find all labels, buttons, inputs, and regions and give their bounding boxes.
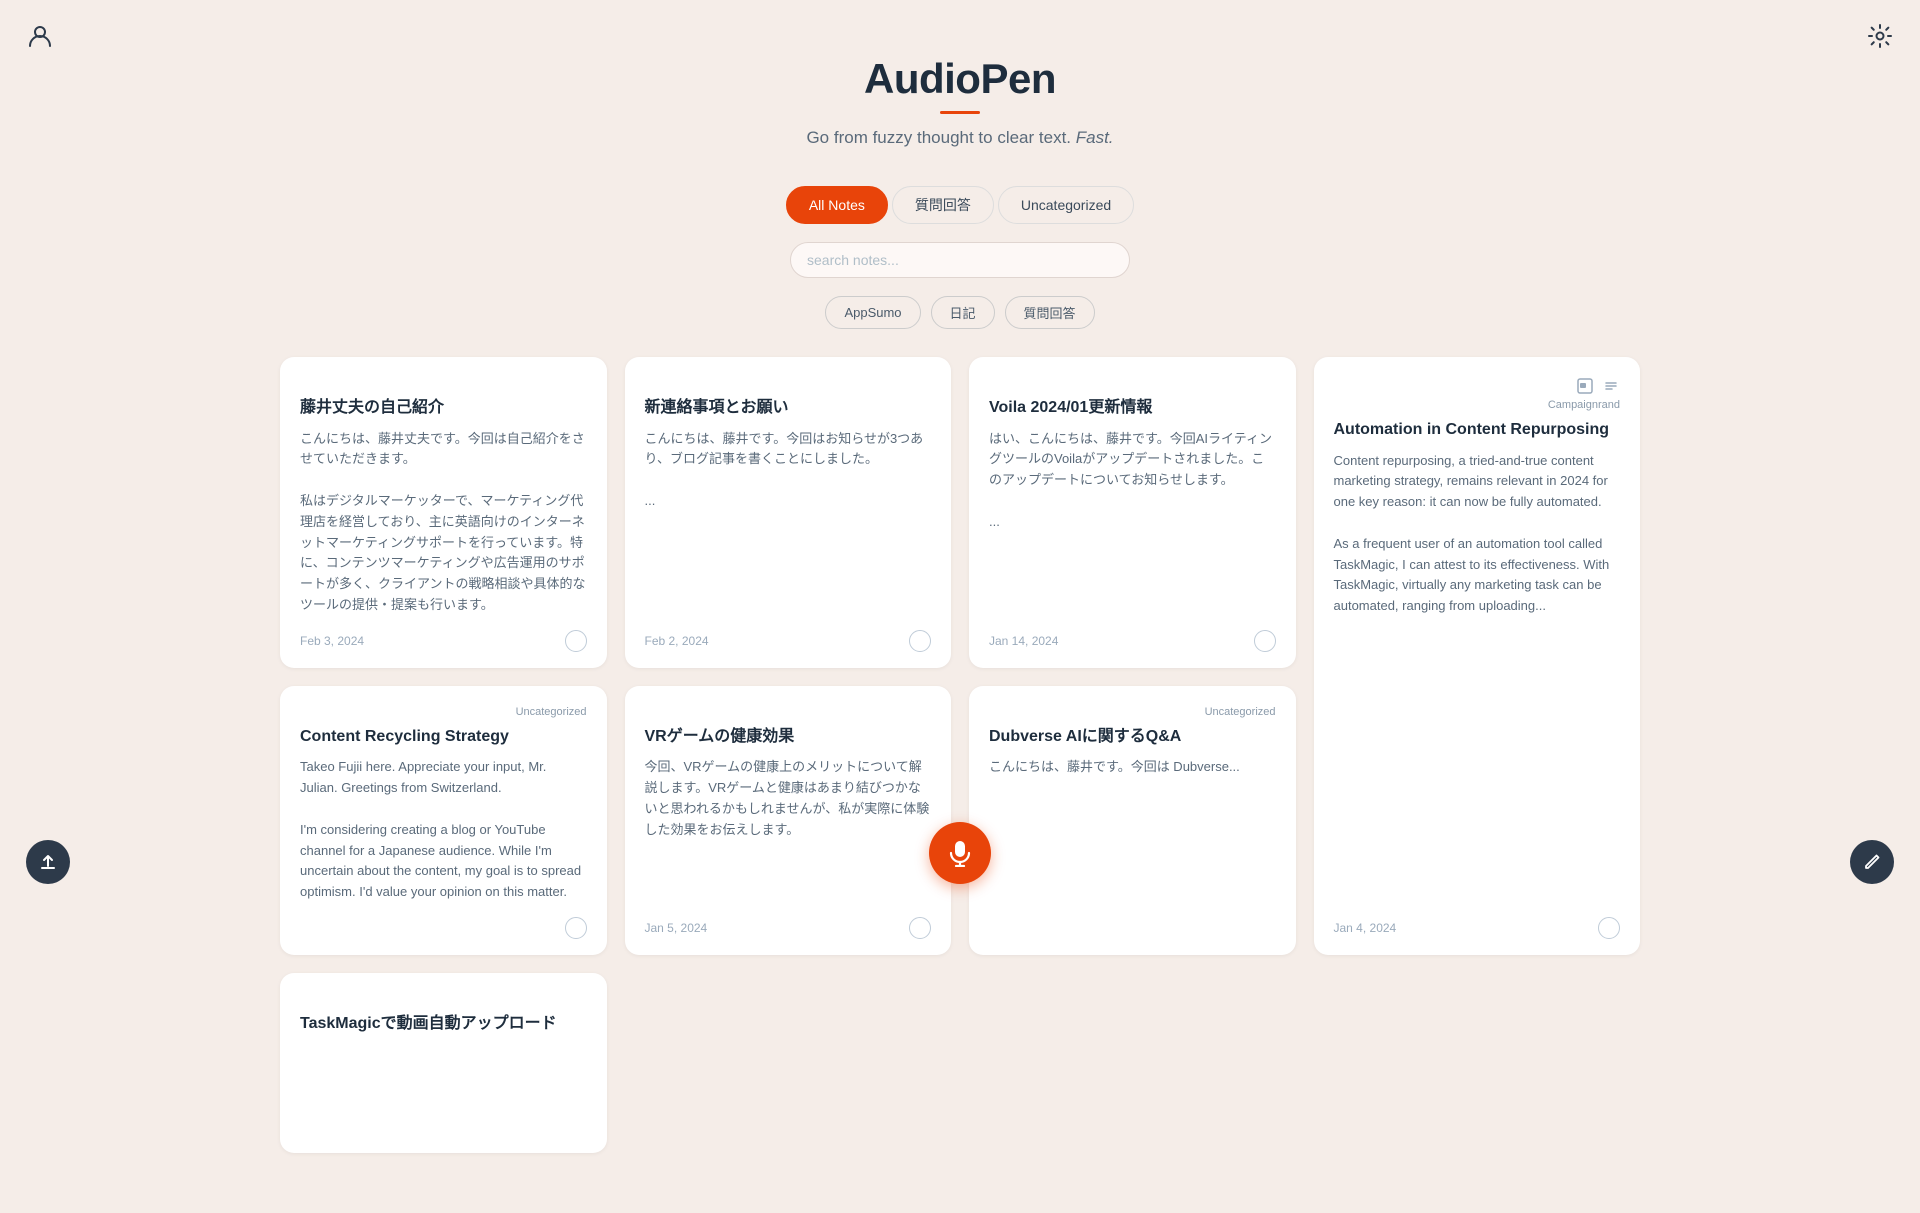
- subtitle-plain: Go from fuzzy thought to clear text.: [806, 128, 1071, 147]
- edit-button[interactable]: [1850, 840, 1894, 884]
- note-select-3[interactable]: [1254, 630, 1276, 652]
- filter-tags: AppSumo 日記 質問回答: [0, 296, 1920, 329]
- note-select-4[interactable]: [1598, 917, 1620, 939]
- note-body-3: はい、こんにちは、藤井です。今回AIライティングツールのVoilaがアップデート…: [989, 429, 1276, 616]
- note-card-4[interactable]: Campaignrand Automation in Content Repur…: [1314, 357, 1641, 955]
- note-badge-3: [989, 377, 1276, 393]
- note-select-5[interactable]: [565, 917, 587, 939]
- note-badge-4: Campaignrand: [1334, 399, 1621, 415]
- note-badge-8: [300, 993, 587, 1009]
- note-top-icons-4: [1576, 377, 1620, 395]
- note-body-4: Content repurposing, a tried-and-true co…: [1334, 451, 1621, 903]
- note-badge-1: [300, 377, 587, 393]
- note-card-1[interactable]: 藤井丈夫の自己紹介 こんにちは、藤井丈夫です。今回は自己紹介をさせていただきます…: [280, 357, 607, 668]
- tab-uncategorized[interactable]: Uncategorized: [998, 186, 1134, 224]
- note-select-1[interactable]: [565, 630, 587, 652]
- note-body-1: こんにちは、藤井丈夫です。今回は自己紹介をさせていただきます。私はデジタルマーケ…: [300, 429, 587, 616]
- note-title-5: Content Recycling Strategy: [300, 726, 587, 748]
- note-footer-6: Jan 5, 2024: [645, 917, 932, 939]
- note-badge-2: [645, 377, 932, 393]
- tab-all-notes[interactable]: All Notes: [786, 186, 888, 224]
- note-footer-1: Feb 3, 2024: [300, 630, 587, 652]
- note-title-2: 新連絡事項とお願い: [645, 397, 932, 419]
- note-badge-5: Uncategorized: [300, 706, 587, 722]
- note-date-2: Feb 2, 2024: [645, 634, 709, 648]
- note-card-3[interactable]: Voila 2024/01更新情報 はい、こんにちは、藤井です。今回AIライティ…: [969, 357, 1296, 668]
- note-footer-2: Feb 2, 2024: [645, 630, 932, 652]
- filter-appsumo[interactable]: AppSumo: [825, 296, 920, 329]
- notes-grid: 藤井丈夫の自己紹介 こんにちは、藤井丈夫です。今回は自己紹介をさせていただきます…: [0, 329, 1920, 1213]
- note-title-7: Dubverse AIに関するQ&A: [989, 726, 1276, 748]
- tab-bar: All Notes 質問回答 Uncategorized: [0, 186, 1920, 224]
- note-body-5: Takeo Fujii here. Appreciate your input,…: [300, 757, 587, 903]
- settings-icon[interactable]: [1862, 18, 1898, 54]
- note-footer-4: Jan 4, 2024: [1334, 917, 1621, 939]
- note-select-6[interactable]: [909, 917, 931, 939]
- header: AudioPen Go from fuzzy thought to clear …: [0, 0, 1920, 158]
- note-body-2: こんにちは、藤井です。今回はお知らせが3つあり、ブログ記事を書くことにしました。…: [645, 429, 932, 616]
- note-title-4: Automation in Content Repurposing: [1334, 419, 1621, 441]
- filter-diary[interactable]: 日記: [931, 296, 995, 329]
- note-card-7[interactable]: Uncategorized Dubverse AIに関するQ&A こんにちは、藤…: [969, 686, 1296, 955]
- note-badge-7: Uncategorized: [989, 706, 1276, 722]
- filter-qa[interactable]: 質問回答: [1005, 296, 1095, 329]
- search-input[interactable]: [790, 242, 1130, 278]
- note-title-8: TaskMagicで動画自動アップロード: [300, 1013, 587, 1035]
- note-card-8[interactable]: TaskMagicで動画自動アップロード: [280, 973, 607, 1153]
- note-title-1: 藤井丈夫の自己紹介: [300, 397, 587, 419]
- note-footer-3: Jan 14, 2024: [989, 630, 1276, 652]
- note-body-6: 今回、VRゲームの健康上のメリットについて解説します。VRゲームと健康はあまり結…: [645, 757, 932, 903]
- mic-button[interactable]: [929, 822, 991, 884]
- tab-qa[interactable]: 質問回答: [892, 186, 994, 224]
- subtitle-italic: Fast.: [1076, 128, 1114, 147]
- note-footer-5: [300, 917, 587, 939]
- note-date-4: Jan 4, 2024: [1334, 921, 1397, 935]
- note-select-2[interactable]: [909, 630, 931, 652]
- note-badge-6: [645, 706, 932, 722]
- note-card-6[interactable]: VRゲームの健康効果 今回、VRゲームの健康上のメリットについて解説します。VR…: [625, 686, 952, 955]
- note-card-2[interactable]: 新連絡事項とお願い こんにちは、藤井です。今回はお知らせが3つあり、ブログ記事を…: [625, 357, 952, 668]
- title-underline: [940, 111, 980, 114]
- note-body-8: [300, 1045, 587, 1123]
- app-subtitle: Go from fuzzy thought to clear text. Fas…: [0, 128, 1920, 148]
- note-date-6: Jan 5, 2024: [645, 921, 708, 935]
- note-title-6: VRゲームの健康効果: [645, 726, 932, 748]
- upload-button[interactable]: [26, 840, 70, 884]
- note-card-5[interactable]: Uncategorized Content Recycling Strategy…: [280, 686, 607, 955]
- search-container: [0, 242, 1920, 278]
- user-icon[interactable]: [22, 18, 58, 54]
- note-title-3: Voila 2024/01更新情報: [989, 397, 1276, 419]
- note-body-7: こんにちは、藤井です。今回は Dubverse...: [989, 757, 1276, 925]
- app-title: AudioPen: [0, 55, 1920, 103]
- note-date-1: Feb 3, 2024: [300, 634, 364, 648]
- note-date-3: Jan 14, 2024: [989, 634, 1058, 648]
